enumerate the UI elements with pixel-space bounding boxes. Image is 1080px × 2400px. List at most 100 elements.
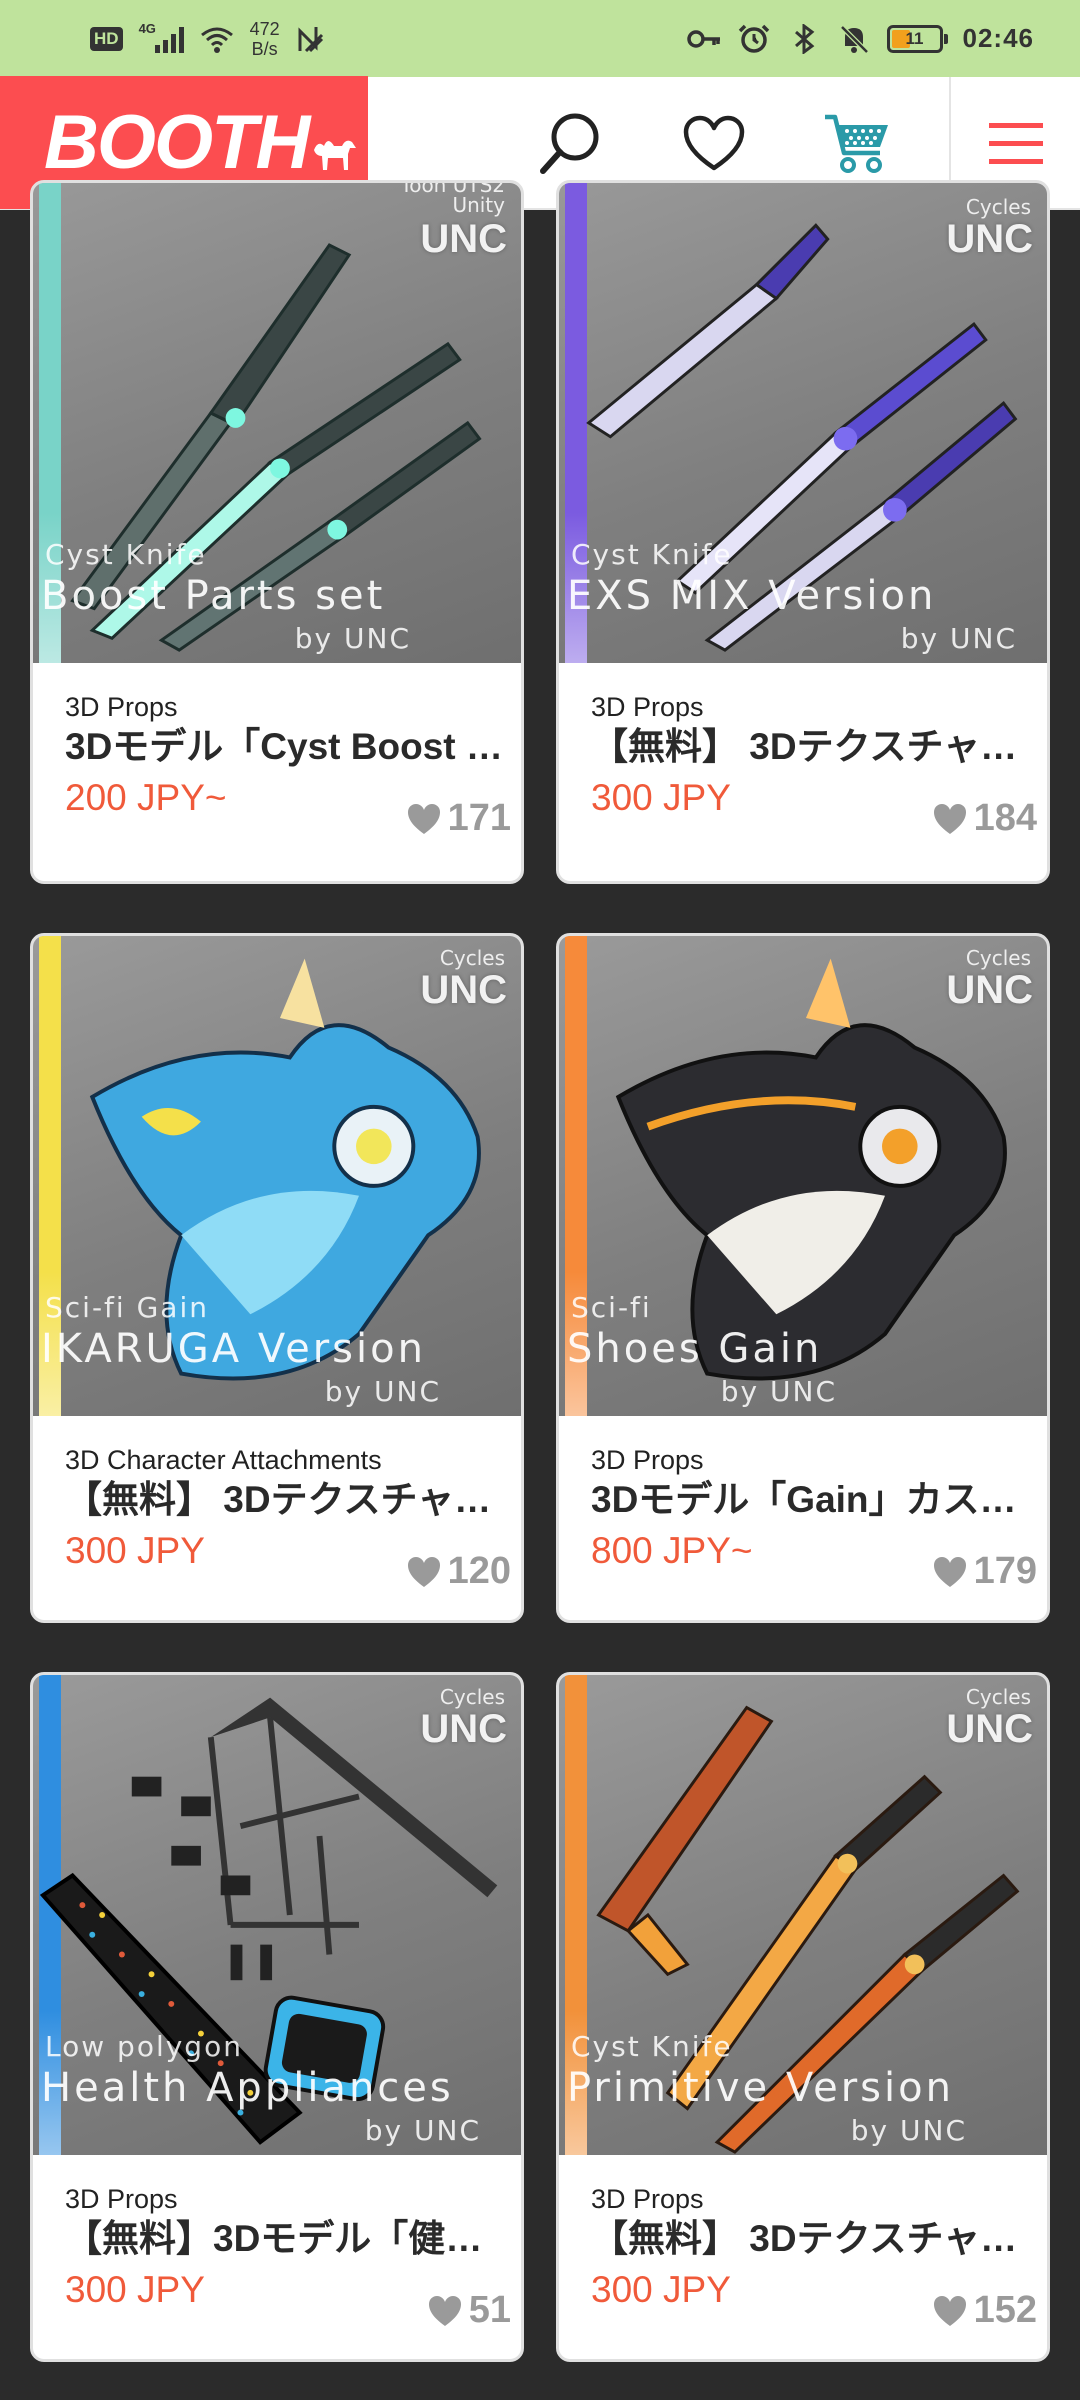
product-info: 3D Props 3Dモデル「Cyst Boost Parts set」 200…: [33, 663, 521, 879]
camel-logo-icon: [314, 140, 357, 170]
bluetooth-icon: [794, 23, 814, 54]
like-count-value: 171: [447, 797, 511, 839]
unc-logo: UNC: [946, 1707, 1033, 1751]
product-category[interactable]: 3D Props: [591, 2183, 1029, 2215]
battery-level: 11: [905, 28, 924, 48]
product-info: 3D Props 【無料】3Dモデル「健康器具」 300 JPY 51: [33, 2155, 521, 2359]
search-icon: [540, 113, 599, 174]
speed-value: 472: [249, 18, 280, 39]
hd-indicator: HD: [90, 26, 123, 51]
thumb-title: Shoes Gain: [567, 1326, 823, 1372]
bell-muted-icon: [839, 24, 869, 54]
wifi-icon: [200, 27, 233, 53]
thumb-author: by UNC: [324, 1375, 441, 1408]
heart-icon: [933, 2295, 966, 2326]
unc-logo: UNC: [946, 217, 1033, 261]
like-count-value: 179: [973, 1550, 1037, 1592]
product-info: 3D Character Attachments 【無料】 3Dテクスチャ「Sc…: [33, 1416, 521, 1620]
like-count[interactable]: 51: [427, 2289, 511, 2332]
product-thumbnail[interactable]: Cycles UNC Sci-fi Shoes Gain by UNC: [559, 936, 1047, 1416]
like-count[interactable]: 152: [932, 2289, 1037, 2332]
product-category[interactable]: 3D Props: [591, 691, 1029, 723]
product-card[interactable]: Cycles UNC Low polygon Health Appliances…: [30, 1672, 524, 2362]
thumb-subtitle: Cyst Knife: [571, 2030, 733, 2063]
thumb-title: EXS MIX Version: [567, 573, 937, 619]
status-left: HD 4G 472 B/s: [90, 19, 326, 59]
alarm-icon: [738, 24, 769, 53]
unc-logo: UNC: [420, 1707, 507, 1751]
thumb-subtitle: Sci-fi: [571, 1291, 652, 1324]
status-bar: HD 4G 472 B/s 11 02:46: [0, 0, 1080, 77]
product-title[interactable]: 【無料】 3Dテクスチャ「Cyst Knife」: [591, 723, 1029, 771]
cart-icon: [825, 114, 888, 173]
product-category[interactable]: 3D Props: [65, 691, 503, 723]
unc-logo: UNC: [420, 217, 507, 261]
thumb-author: by UNC: [850, 2114, 967, 2147]
product-title[interactable]: 【無料】3Dモデル「健康器具」: [65, 2215, 503, 2263]
thumb-subtitle: Cyst Knife: [571, 538, 733, 571]
product-title[interactable]: 【無料】 3Dテクスチャ「Cyst Knife」: [591, 2215, 1029, 2263]
product-info: 3D Props 【無料】 3Dテクスチャ「Cyst Knife」 300 JP…: [559, 663, 1047, 879]
product-thumbnail[interactable]: Cycles UNC Low polygon Health Appliances…: [33, 1675, 521, 2155]
thumb-author: by UNC: [720, 1375, 837, 1408]
like-count-value: 120: [447, 1550, 511, 1592]
network-type: 4G: [138, 20, 156, 36]
product-category[interactable]: 3D Character Attachments: [65, 1444, 503, 1476]
thumb-title: Primitive Version: [567, 2065, 954, 2111]
heart-icon: [407, 803, 440, 834]
product-info: 3D Props 【無料】 3Dテクスチャ「Cyst Knife」 300 JP…: [559, 2155, 1047, 2359]
hamburger-menu-icon: [988, 122, 1043, 164]
thumb-title: Boost Parts set: [41, 573, 386, 619]
render-engine-label: Cycles: [965, 195, 1031, 219]
unc-logo: UNC: [946, 968, 1033, 1012]
product-thumbnail[interactable]: Cycles UNC Cyst Knife Primitive Version …: [559, 1675, 1047, 2155]
product-card[interactable]: Cycles UNC Cyst Knife Primitive Version …: [556, 1672, 1050, 2362]
clock: 02:46: [962, 23, 1034, 53]
unc-logo: UNC: [420, 968, 507, 1012]
product-card[interactable]: Toon UTS2 Unity UNC Cyst Knife Boost Par…: [30, 180, 524, 884]
like-count[interactable]: 179: [932, 1550, 1037, 1593]
heart-icon: [407, 1556, 440, 1587]
render-engine-label: Cycles: [965, 946, 1031, 970]
render-engine-label: Cycles: [965, 1685, 1031, 1709]
like-count[interactable]: 120: [406, 1550, 511, 1593]
thumb-subtitle: Sci-fi Gain: [45, 1291, 209, 1324]
status-right: 11 02:46: [686, 23, 1035, 54]
product-title[interactable]: 3Dモデル「Gain」カスタム: [591, 1476, 1029, 1524]
product-title[interactable]: 【無料】 3Dテクスチャ「Sci-fi Gain」: [65, 1476, 503, 1524]
like-count-value: 51: [468, 2289, 511, 2331]
thumb-author: by UNC: [294, 622, 411, 655]
like-count[interactable]: 171: [406, 797, 511, 840]
like-count-value: 152: [973, 2289, 1037, 2331]
heart-icon: [683, 115, 745, 170]
thumb-subtitle: Low polygon: [45, 2030, 243, 2063]
logo-text: BOOTH: [44, 100, 310, 185]
speed-unit: B/s: [251, 38, 278, 59]
render-engine-label: Cycles: [439, 1685, 505, 1709]
product-thumbnail[interactable]: Toon UTS2 Unity UNC Cyst Knife Boost Par…: [33, 180, 521, 663]
product-thumbnail[interactable]: Cycles UNC Cyst Knife EXS MIX Version by…: [559, 183, 1047, 663]
thumb-title: IKARUGA Version: [41, 1326, 426, 1372]
render-engine-label: Toon UTS2 Unity: [400, 180, 505, 217]
product-category[interactable]: 3D Props: [65, 2183, 503, 2215]
product-card[interactable]: Cycles UNC Sci-fi Shoes Gain by UNC 3D P…: [556, 933, 1050, 1623]
product-info: 3D Props 3Dモデル「Gain」カスタム 800 JPY~ 179: [559, 1416, 1047, 1620]
network-speed: 472 B/s: [250, 19, 280, 59]
heart-icon: [933, 1556, 966, 1587]
product-card[interactable]: Cycles UNC Sci-fi Gain IKARUGA Version b…: [30, 933, 524, 1623]
product-category[interactable]: 3D Props: [591, 1444, 1029, 1476]
thumb-title: Health Appliances: [41, 2065, 454, 2111]
thumb-author: by UNC: [364, 2114, 481, 2147]
thumb-author: by UNC: [900, 622, 1017, 655]
thumb-subtitle: Cyst Knife: [45, 538, 207, 571]
product-card[interactable]: Cycles UNC Cyst Knife EXS MIX Version by…: [556, 180, 1050, 884]
product-thumbnail[interactable]: Cycles UNC Sci-fi Gain IKARUGA Version b…: [33, 936, 521, 1416]
product-title[interactable]: 3Dモデル「Cyst Boost Parts set」: [65, 723, 503, 771]
battery-icon: 11: [886, 24, 948, 53]
like-count[interactable]: 184: [932, 797, 1037, 840]
key-icon: [686, 29, 720, 48]
like-count-value: 184: [973, 797, 1037, 839]
render-engine-label: Cycles: [439, 946, 505, 970]
heart-icon: [933, 803, 966, 834]
nfc-icon: [298, 26, 323, 52]
